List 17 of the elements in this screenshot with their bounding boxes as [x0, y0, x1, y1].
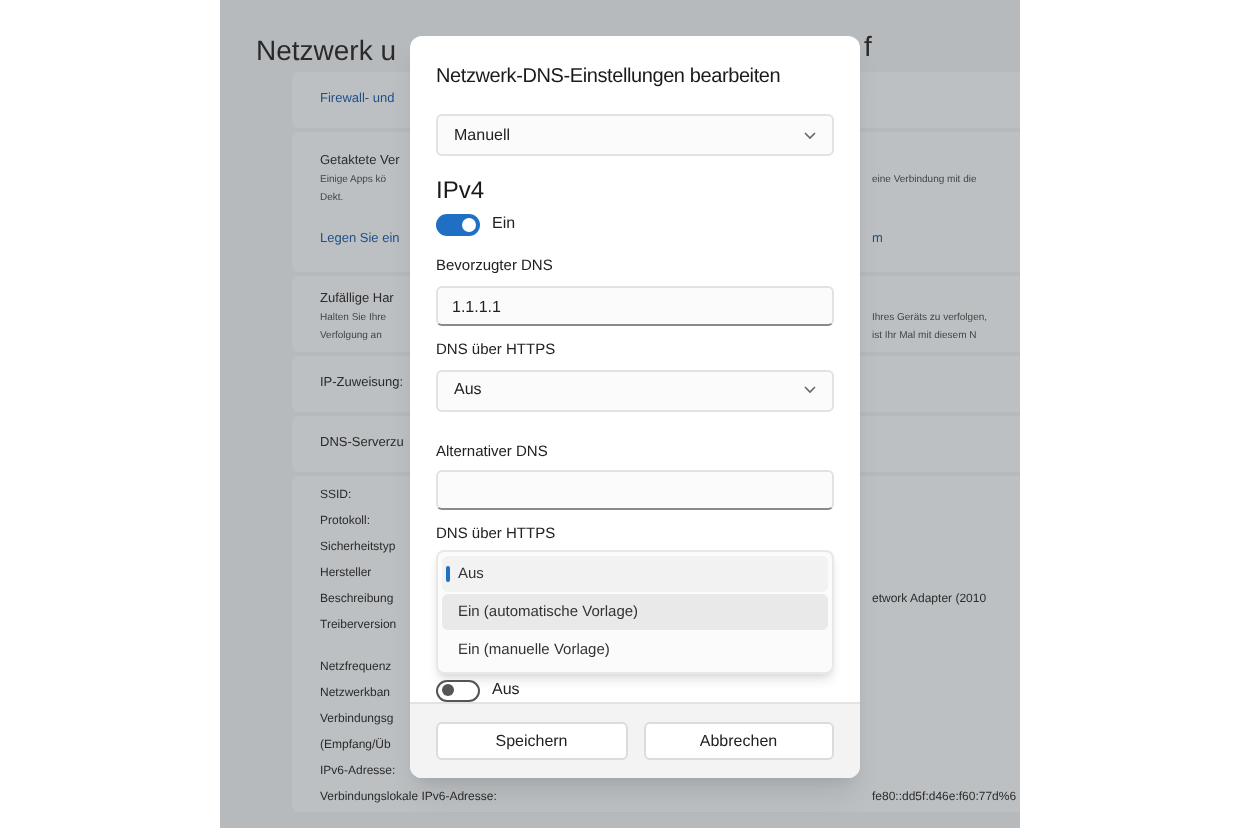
dialog-title: Netzwerk-DNS-Einstellungen bearbeiten [436, 64, 781, 92]
page-title: Netzwerk u [256, 34, 397, 66]
dialog-button[interactable]: Speichern [436, 722, 627, 760]
toggle-label: Ein [492, 212, 516, 236]
dropdown[interactable]: Aus [436, 369, 834, 411]
page-title: f [864, 28, 872, 66]
toggle-switch[interactable] [436, 213, 480, 235]
chevron-down-icon [804, 131, 816, 139]
selection-indicator [446, 566, 450, 582]
section-heading: IPv4 [436, 176, 487, 204]
dropdown[interactable]: Manuell [436, 114, 834, 156]
toggle-label: Aus [492, 678, 520, 702]
chevron-down-icon [804, 386, 816, 394]
text-field[interactable]: 1.1.1.1 [436, 286, 834, 327]
text-field[interactable] [436, 469, 834, 510]
toggle-switch[interactable] [436, 679, 480, 701]
dialog-button[interactable]: Abbrechen [643, 722, 834, 760]
